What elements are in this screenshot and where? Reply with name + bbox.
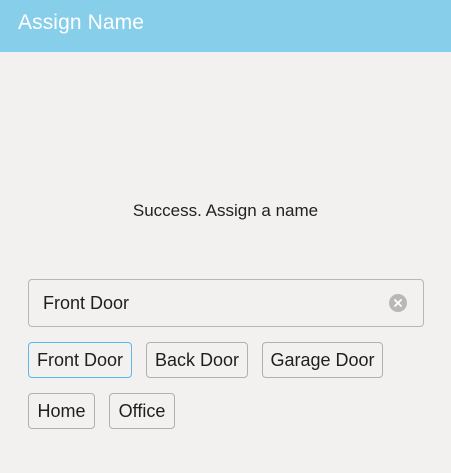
suggestion-chip-back-door[interactable]: Back Door xyxy=(146,342,248,378)
suggestion-chip-garage-door[interactable]: Garage Door xyxy=(262,342,383,378)
page-title: Assign Name xyxy=(18,11,144,34)
suggestion-chip-home[interactable]: Home xyxy=(28,393,95,429)
clear-circle-icon[interactable] xyxy=(389,294,407,312)
app-bar: Assign Name xyxy=(0,0,451,52)
status-message: Success. Assign a name xyxy=(132,201,319,220)
close-icon xyxy=(394,299,402,307)
name-input[interactable] xyxy=(29,280,389,326)
suggestion-chip-office[interactable]: Office xyxy=(109,393,175,429)
suggestion-chip-front-door[interactable]: Front Door xyxy=(28,342,132,378)
name-field[interactable] xyxy=(28,279,424,327)
